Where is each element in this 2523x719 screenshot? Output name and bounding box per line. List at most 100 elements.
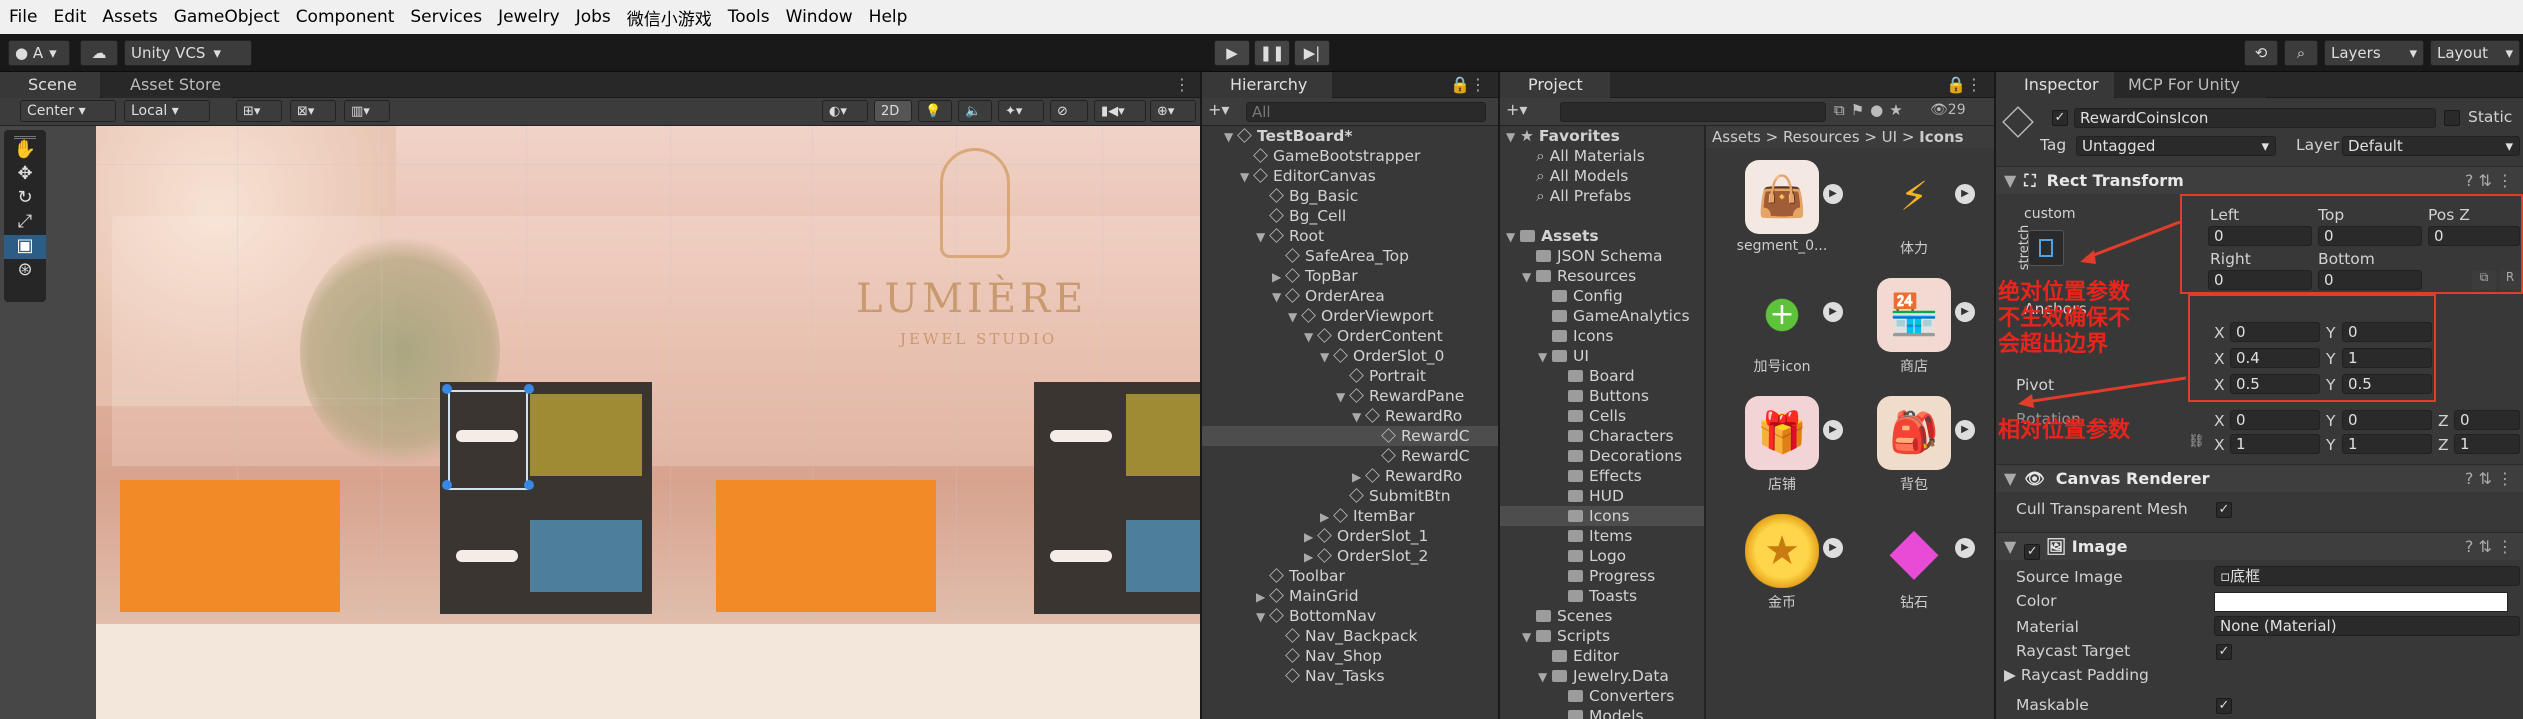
foldout-arrow-icon[interactable]: ▼ [1352,407,1366,427]
foldout-arrow-icon[interactable]: ▼ [1506,127,1520,147]
play-preview-icon[interactable]: ▶ [1823,184,1843,204]
grid-snap-icon[interactable]: ⊞▾ [236,100,282,122]
hierarchy-item[interactable]: ▼ BottomNav [1202,606,1498,626]
hidden-count-icon[interactable]: 👁29 [1930,102,1966,118]
account-button[interactable]: ● A ▾ [8,40,70,66]
hierarchy-item[interactable]: SubmitBtn [1202,486,1498,506]
menu-item[interactable]: Assets [102,7,157,27]
asset-item[interactable]: 🎁 ▶ 店铺 [1722,396,1843,516]
project-tree-item[interactable]: GameAnalytics [1500,306,1704,326]
hierarchy-item[interactable]: ▼ EditorCanvas [1202,166,1498,186]
foldout-arrow-icon[interactable]: ▶ [1352,467,1366,487]
lock-icon[interactable]: 🔒⋮ [1946,75,1982,94]
order-portrait[interactable] [716,480,936,612]
foldout-arrow-icon[interactable]: ▶ [1304,547,1318,567]
tab-project[interactable]: Project [1500,72,1610,98]
project-tree-item[interactable]: ▼ ★ Favorites [1500,126,1704,146]
foldout-arrow-icon[interactable]: ▼ [1224,127,1238,147]
project-tree-item[interactable]: Config [1500,286,1704,306]
hierarchy-item[interactable]: Nav_Backpack [1202,626,1498,646]
breadcrumb-item[interactable]: Resources [1783,128,1860,146]
project-tree-item[interactable]: Toasts [1500,586,1704,606]
asset-item[interactable]: ◆ ▶ 钻石 [1854,514,1975,634]
project-tree-item[interactable]: Converters [1500,686,1704,706]
project-tree-item[interactable]: Buttons [1500,386,1704,406]
selection-rect[interactable] [448,390,528,490]
foldout-arrow-icon[interactable]: ▼ [1506,227,1520,247]
hierarchy-item[interactable]: ▼ OrderArea [1202,286,1498,306]
hierarchy-item[interactable]: Bg_Cell [1202,206,1498,226]
hierarchy-item[interactable]: ▼ RewardPane [1202,386,1498,406]
history-icon[interactable]: ⟲ [2244,40,2278,66]
project-tree-item[interactable]: ⌕ All Models [1500,166,1704,186]
hierarchy-item[interactable]: ▶ OrderSlot_2 [1202,546,1498,566]
2d-toggle[interactable]: 2D [874,100,912,122]
hierarchy-item[interactable]: Nav_Shop [1202,646,1498,666]
project-tree-item[interactable]: Scenes [1500,606,1704,626]
play-preview-icon[interactable]: ▶ [1955,538,1975,558]
hierarchy-item[interactable]: Nav_Tasks [1202,666,1498,686]
move-tool-icon[interactable]: ✥ [4,163,46,187]
play-preview-icon[interactable]: ▶ [1823,302,1843,322]
hierarchy-item[interactable]: ▶ RewardRo [1202,466,1498,486]
space-dropdown[interactable]: Local ▾ [124,100,210,122]
project-search-input[interactable] [1560,102,1826,122]
project-tree-item[interactable]: Characters [1500,426,1704,446]
transform-tool-icon[interactable]: ⊛ [4,259,46,283]
hierarchy-item[interactable]: RewardC [1202,426,1498,446]
project-tree-item[interactable] [1500,206,1704,226]
play-preview-icon[interactable]: ▶ [1955,420,1975,440]
play-preview-icon[interactable]: ▶ [1955,184,1975,204]
effects-icon[interactable]: ✦▾ [998,100,1044,122]
project-tree-item[interactable]: Effects [1500,466,1704,486]
foldout-arrow-icon[interactable]: ▼ [1256,227,1270,247]
add-icon[interactable]: +▾ [1506,100,1527,119]
asset-item[interactable]: 🏪 ▶ 商店 [1854,278,1975,398]
hierarchy-item[interactable]: Bg_Basic [1202,186,1498,206]
hierarchy-search-input[interactable]: All [1246,102,1486,122]
hierarchy-item[interactable]: ▶ OrderSlot_1 [1202,526,1498,546]
project-tree-item[interactable]: ▼ Scripts [1500,626,1704,646]
order-portrait[interactable] [120,480,340,612]
reward-gems-slot[interactable] [530,520,642,592]
foldout-arrow-icon[interactable]: ▼ [1538,667,1552,687]
menu-item[interactable]: Edit [53,7,86,27]
asset-item[interactable]: 🎒 ▶ 背包 [1854,396,1975,516]
project-tree-item[interactable]: Cells [1500,406,1704,426]
hierarchy-item[interactable]: ▼ RewardRo [1202,406,1498,426]
more-icon[interactable]: ⋮ [1174,75,1190,94]
hierarchy-item[interactable]: RewardC [1202,446,1498,466]
tab-hierarchy[interactable]: Hierarchy [1202,72,1332,98]
play-preview-icon[interactable]: ▶ [1823,420,1843,440]
layout-dropdown[interactable]: Layout ▾ [2430,40,2520,66]
rect-tool-icon[interactable]: ▣ [4,235,46,259]
light-icon[interactable]: 💡 [918,100,952,122]
project-tree-item[interactable]: ⌕ All Prefabs [1500,186,1704,206]
camera-icon[interactable]: ▮◀▾ [1094,100,1146,122]
play-icon[interactable]: ▶ [1214,40,1250,66]
menu-item[interactable]: Help [869,7,908,27]
project-tree-item[interactable]: Board [1500,366,1704,386]
menu-item[interactable]: Jobs [576,7,611,27]
asset-item[interactable]: + ▶ 加号icon [1722,278,1843,398]
asset-item[interactable]: ★ ▶ 金币 [1722,514,1843,634]
hierarchy-item[interactable]: SafeArea_Top [1202,246,1498,266]
pivot-dropdown[interactable]: Center ▾ [20,100,116,122]
reward-coins-slot[interactable] [530,394,642,476]
project-tree-item[interactable]: Icons [1500,506,1704,526]
hierarchy-item[interactable]: ▼ OrderViewport [1202,306,1498,326]
gizmos-icon[interactable]: ⊕▾ [1150,100,1196,122]
play-preview-icon[interactable]: ▶ [1955,302,1975,322]
project-tree-item[interactable]: ⌕ All Materials [1500,146,1704,166]
foldout-arrow-icon[interactable]: ▼ [1336,387,1350,407]
rect-handle[interactable] [442,480,452,490]
rect-handle[interactable] [524,384,534,394]
foldout-arrow-icon[interactable]: ▼ [1522,267,1536,287]
foldout-arrow-icon[interactable]: ▶ [1256,587,1270,607]
hierarchy-item[interactable]: Toolbar [1202,566,1498,586]
tab-asset-store[interactable]: Asset Store [102,72,232,98]
reward-gems-slot[interactable] [1126,520,1200,592]
scale-tool-icon[interactable]: ⤢ [4,211,46,235]
foldout-arrow-icon[interactable]: ▼ [1256,607,1270,627]
scene-viewport[interactable]: LUMIÈRE JEWEL STUDIO ✋ ✥ ↻ ⤢ ▣ ⊛ [0,126,1200,719]
